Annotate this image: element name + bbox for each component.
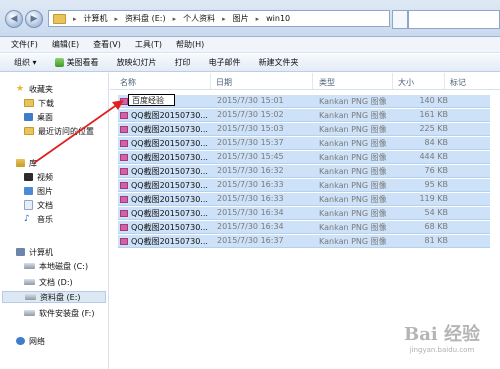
- watermark: Bai 经验 jingyan.baidu.com: [390, 320, 494, 366]
- watermark-logo-text: Bai 经验: [404, 324, 480, 345]
- arrow-head: [112, 100, 124, 110]
- watermark-url: jingyan.baidu.com: [409, 346, 475, 354]
- arrow-line: [33, 103, 119, 164]
- annotation-arrow: [33, 100, 124, 164]
